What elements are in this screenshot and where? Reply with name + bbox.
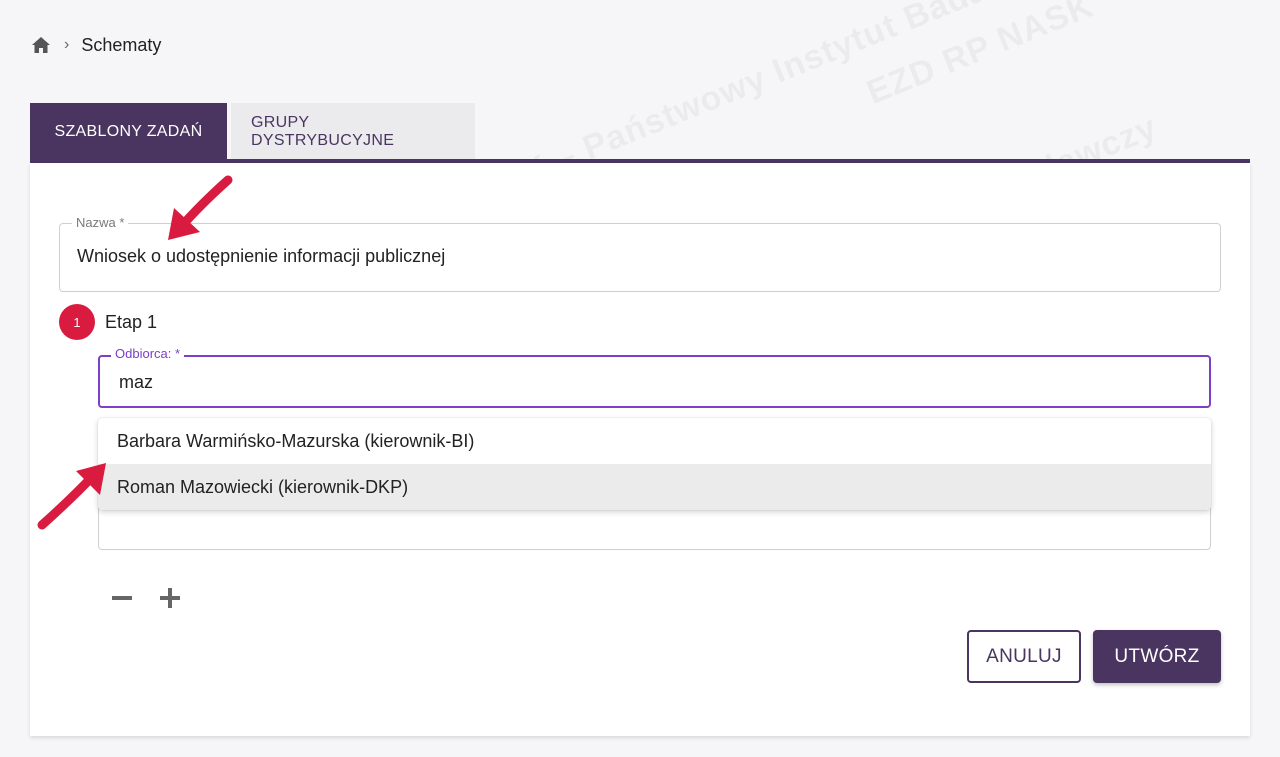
breadcrumb-current: Schematy <box>81 34 162 55</box>
tab-bar: SZABLONY ZADAŃ GRUPY DYSTRYBUCYJNE <box>30 103 475 160</box>
tab-task-templates[interactable]: SZABLONY ZADAŃ <box>30 103 227 160</box>
name-field-value: Wniosek o udostępnienie informacji publi… <box>77 246 446 266</box>
annotation-arrow-icon <box>168 175 233 240</box>
minus-icon[interactable] <box>110 586 134 610</box>
create-button[interactable]: UTWÓRZ <box>1093 630 1221 683</box>
recipient-suggestions: Barbara Warmińsko-Mazurska (kierownik-BI… <box>98 418 1211 510</box>
breadcrumb: › Schematy <box>31 33 161 57</box>
recipient-input[interactable]: Odbiorca: * maz <box>98 346 1211 408</box>
annotation-arrow-icon <box>37 463 106 530</box>
step-number-badge: 1 <box>59 304 95 340</box>
watermark: EZD RP NASK <box>861 0 1099 113</box>
tab-distribution-groups[interactable]: GRUPY DYSTRYBUCYJNE <box>231 103 475 160</box>
plus-icon[interactable] <box>158 586 182 610</box>
form-card: Nazwa * Wniosek o udostępnienie informac… <box>30 163 1250 736</box>
suggestion-option[interactable]: Barbara Warmińsko-Mazurska (kierownik-BI… <box>98 418 1211 464</box>
step-label: Etap 1 <box>105 311 158 332</box>
step-header: 1 Etap 1 <box>59 304 157 340</box>
cancel-button[interactable]: ANULUJ <box>967 630 1081 683</box>
name-field-label: Nazwa * <box>72 215 129 230</box>
home-icon[interactable] <box>31 36 51 54</box>
breadcrumb-separator: › <box>64 36 70 53</box>
recipient-input-value: maz <box>119 372 154 392</box>
recipient-input-label: Odbiorca: * <box>111 346 185 361</box>
suggestion-option-highlighted[interactable]: Roman Mazowiecki (kierownik-DKP) <box>98 464 1211 510</box>
